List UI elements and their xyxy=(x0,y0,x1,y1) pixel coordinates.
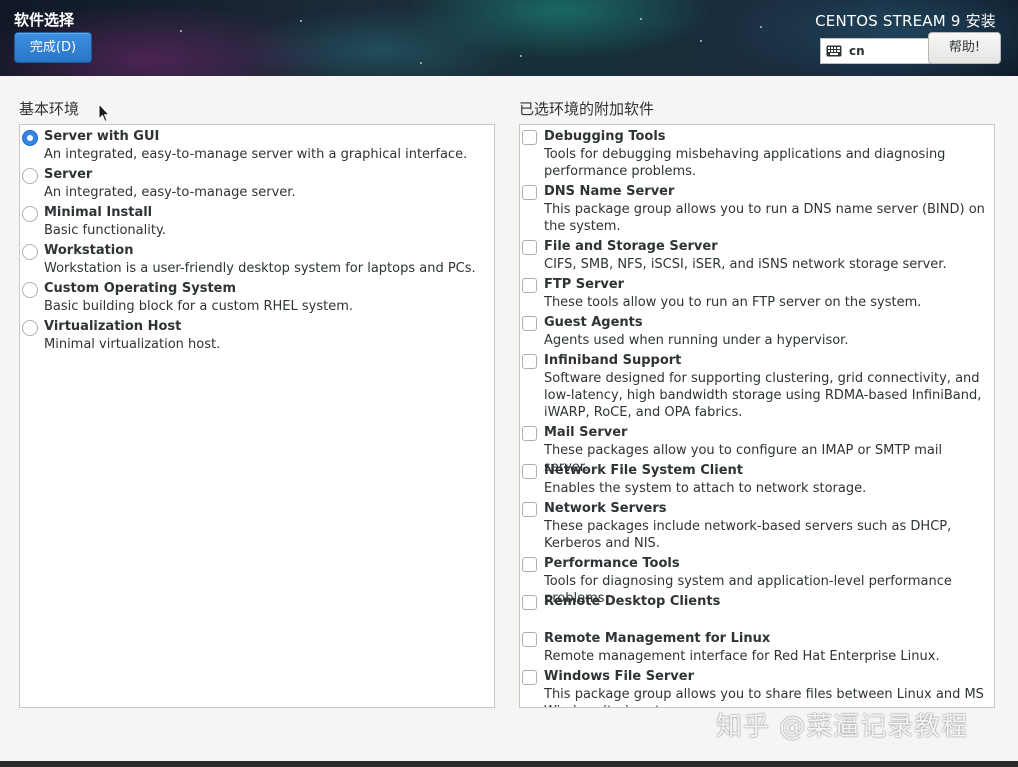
addon-desc: Agents used when running under a hypervi… xyxy=(544,333,849,348)
radio-button[interactable] xyxy=(22,206,38,222)
radio-button[interactable] xyxy=(22,282,38,298)
env-option-desc: Workstation is a user-friendly desktop s… xyxy=(44,261,476,276)
addons-list[interactable]: Debugging Tools Tools for debugging misb… xyxy=(519,124,995,708)
addon-name: Remote Management for Linux xyxy=(544,631,771,646)
env-option-desc: An integrated, easy-to-manage server wit… xyxy=(44,147,468,162)
addon-name: Debugging Tools xyxy=(544,129,666,144)
env-option-desc: Basic building block for a custom RHEL s… xyxy=(44,299,354,314)
watermark: 知乎 @菜逼记录教程 xyxy=(716,712,969,742)
checkbox[interactable] xyxy=(522,278,537,293)
done-button[interactable]: 完成(D) xyxy=(14,32,92,63)
addon-desc: Enables the system to attach to network … xyxy=(544,481,867,496)
addons-heading: 已选环境的附加软件 xyxy=(519,100,655,118)
keyboard-layout-indicator[interactable]: cn xyxy=(820,38,930,64)
addon-desc: Tools for debugging misbehaving applicat… xyxy=(544,147,946,179)
page-title: 软件选择 xyxy=(14,11,75,29)
addon-name: Performance Tools xyxy=(544,556,680,571)
addon-name: DNS Name Server xyxy=(544,184,675,199)
env-option-name: Server with GUI xyxy=(44,129,160,144)
addon-name: FTP Server xyxy=(544,277,625,292)
radio-button-selected[interactable] xyxy=(22,130,38,146)
radio-button[interactable] xyxy=(22,320,38,336)
base-environment-heading: 基本环境 xyxy=(19,100,80,118)
addon-name: Mail Server xyxy=(544,425,628,440)
addon-desc: These packages include network-based ser… xyxy=(544,519,952,551)
addon-name: Remote Desktop Clients xyxy=(544,594,721,609)
checkbox[interactable] xyxy=(522,316,537,331)
checkbox[interactable] xyxy=(522,632,537,647)
checkbox[interactable] xyxy=(522,557,537,572)
keyboard-layout-label: cn xyxy=(849,44,865,58)
addon-desc: Remote management interface for Red Hat … xyxy=(544,649,940,664)
checkbox[interactable] xyxy=(522,130,537,145)
addon-name: Infiniband Support xyxy=(544,353,682,368)
checkbox[interactable] xyxy=(522,354,537,369)
env-option-desc: Basic functionality. xyxy=(44,223,166,238)
checkbox[interactable] xyxy=(522,670,537,685)
radio-button[interactable] xyxy=(22,244,38,260)
env-option-desc: Minimal virtualization host. xyxy=(44,337,221,352)
env-option-name: Custom Operating System xyxy=(44,281,237,296)
addon-desc: Software designed for supporting cluster… xyxy=(544,371,982,420)
checkbox[interactable] xyxy=(522,595,537,610)
checkbox[interactable] xyxy=(522,426,537,441)
addon-name: Windows File Server xyxy=(544,669,694,684)
env-option-name: Minimal Install xyxy=(44,205,153,220)
env-option-desc: An integrated, easy-to-manage server. xyxy=(44,185,296,200)
addon-desc: This package group allows you to share f… xyxy=(544,687,984,707)
checkbox[interactable] xyxy=(522,464,537,479)
radio-button[interactable] xyxy=(22,168,38,184)
addon-name: File and Storage Server xyxy=(544,239,718,254)
env-option-name: Virtualization Host xyxy=(44,319,182,334)
env-option-name: Server xyxy=(44,167,93,182)
env-option-name: Workstation xyxy=(44,243,134,258)
product-title: CENTOS STREAM 9 安装 xyxy=(815,12,996,30)
keyboard-icon xyxy=(826,45,842,57)
mouse-pointer-icon xyxy=(98,103,110,123)
checkbox[interactable] xyxy=(522,502,537,517)
checkbox[interactable] xyxy=(522,240,537,255)
bottom-bar xyxy=(0,761,1018,767)
addon-name: Guest Agents xyxy=(544,315,643,330)
addon-name: Network Servers xyxy=(544,501,667,516)
addon-desc: This package group allows you to run a D… xyxy=(544,202,985,234)
help-button[interactable]: 帮助! xyxy=(928,32,1001,64)
addon-desc: CIFS, SMB, NFS, iSCSI, iSER, and iSNS ne… xyxy=(544,257,947,272)
addon-name: Network File System Client xyxy=(544,463,743,478)
base-environment-list: Server with GUI An integrated, easy-to-m… xyxy=(19,124,495,708)
checkbox[interactable] xyxy=(522,185,537,200)
addon-desc: These tools allow you to run an FTP serv… xyxy=(544,295,922,310)
